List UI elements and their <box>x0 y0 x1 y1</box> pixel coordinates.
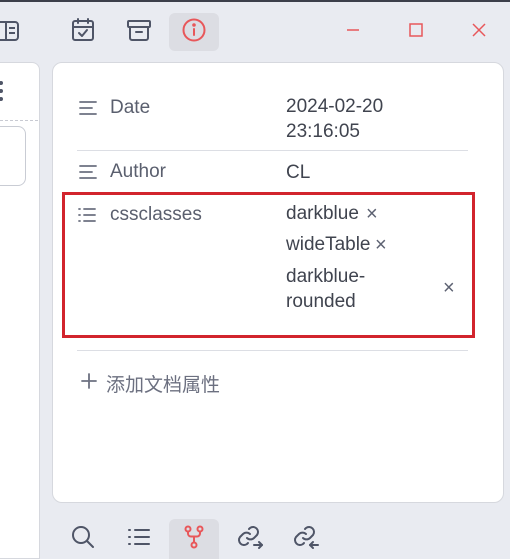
calendar-button[interactable] <box>58 13 108 51</box>
search-button[interactable] <box>58 519 108 559</box>
archive-icon <box>126 17 152 48</box>
maximize-icon <box>408 22 424 43</box>
text-lines-icon <box>78 100 98 121</box>
property-value-date-line1[interactable]: 2024-02-20 <box>286 94 383 119</box>
graph-button[interactable] <box>169 519 219 559</box>
left-search-field[interactable] <box>0 126 26 186</box>
property-value-author[interactable]: CL <box>286 160 310 185</box>
property-value-date-line2[interactable]: 23:16:05 <box>286 119 360 144</box>
close-icon <box>471 22 487 43</box>
graph-icon <box>181 524 207 555</box>
close-button[interactable] <box>464 18 494 46</box>
search-icon <box>70 524 96 555</box>
left-divider <box>0 120 38 121</box>
info-button[interactable] <box>169 13 219 51</box>
property-key-date[interactable]: Date <box>110 97 150 119</box>
property-divider <box>77 150 468 151</box>
property-key-author[interactable]: Author <box>110 161 166 183</box>
list-icon <box>126 524 152 555</box>
maximize-button[interactable] <box>401 18 431 46</box>
add-property-button[interactable]: 添加文档属性 <box>80 370 220 397</box>
sidebar-toggle-icon[interactable] <box>0 19 22 43</box>
property-divider <box>77 350 468 351</box>
calendar-icon <box>70 17 96 48</box>
backlink-icon <box>292 524 320 555</box>
minimize-icon <box>345 22 361 43</box>
add-property-label: 添加文档属性 <box>106 375 221 396</box>
backlinks-button[interactable] <box>281 519 331 559</box>
outgoing-link-icon <box>236 524 264 555</box>
text-lines-icon <box>78 164 98 185</box>
minimize-button[interactable] <box>338 18 368 46</box>
info-icon <box>181 17 207 48</box>
window-top-border <box>0 0 510 2</box>
outline-button[interactable] <box>114 519 164 559</box>
archive-button[interactable] <box>114 13 164 51</box>
plus-icon <box>80 372 98 396</box>
highlight-box <box>62 192 475 338</box>
more-vertical-icon[interactable] <box>0 80 6 102</box>
outgoing-links-button[interactable] <box>225 519 275 559</box>
